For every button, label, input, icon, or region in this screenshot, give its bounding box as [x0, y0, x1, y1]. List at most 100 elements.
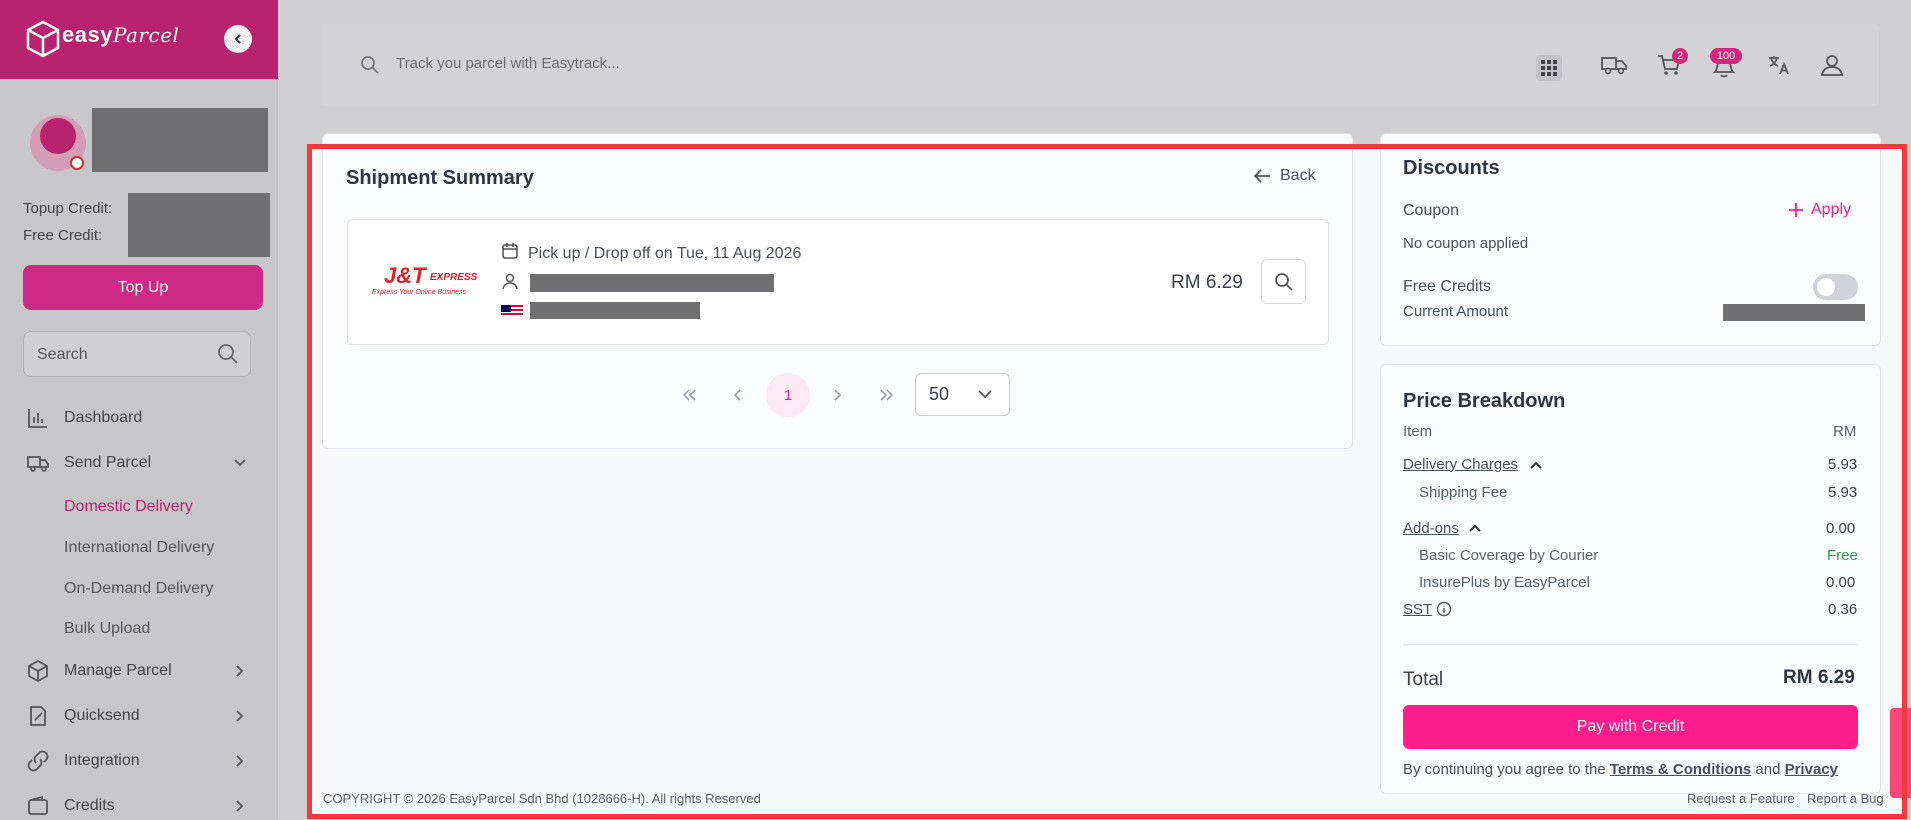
user-icon[interactable] [1819, 52, 1845, 78]
user-icon [501, 272, 519, 290]
chevron-double-left-icon [682, 389, 696, 401]
terms-link[interactable]: Terms & Conditions [1610, 761, 1751, 778]
report-bug-link[interactable]: Report a Bug [1807, 791, 1884, 806]
notification-badge: 100 [1710, 48, 1742, 64]
collapse-sidebar-button[interactable] [224, 25, 252, 53]
sidebar-item-dashboard[interactable]: Dashboard [64, 409, 142, 427]
sidebar-subitem-domestic-delivery[interactable]: Domestic Delivery [64, 498, 193, 516]
per-page-value: 50 [929, 384, 950, 404]
arrow-left-icon [1253, 169, 1270, 183]
last-page-button[interactable] [865, 373, 909, 417]
sidebar-search-placeholder: Search [37, 346, 88, 363]
translate-icon[interactable] [1766, 52, 1792, 78]
flag-my-icon [501, 305, 523, 317]
sidebar-subitem-on-demand-delivery[interactable]: On-Demand Delivery [64, 580, 213, 598]
delivery-charges-value: 5.93 [1828, 456, 1858, 473]
chevron-right-icon[interactable] [232, 753, 248, 769]
chevron-up-icon[interactable] [1468, 522, 1482, 534]
total-divider [1403, 644, 1858, 645]
chevron-left-icon [733, 389, 741, 401]
next-page-button[interactable] [815, 373, 859, 417]
truck-icon[interactable] [1600, 52, 1628, 78]
and-text: and [1755, 761, 1781, 778]
insureplus-label: InsurePlus by EasyParcel [1419, 574, 1590, 591]
insureplus-value: 0.00 [1826, 574, 1856, 591]
chevron-right-icon[interactable] [232, 798, 248, 814]
search-icon[interactable] [217, 343, 239, 365]
chevron-right-icon[interactable] [232, 663, 248, 679]
agreement-text: By continuing you agree to the Terms & C… [1403, 761, 1838, 778]
flag-my-icon [70, 156, 84, 170]
shipping-fee-label: Shipping Fee [1419, 484, 1508, 501]
addons-value: 0.00 [1826, 520, 1856, 537]
back-label: Back [1280, 167, 1316, 184]
currency-header: RM [1833, 423, 1857, 440]
sidebar-item-quicksend[interactable]: Quicksend [64, 707, 140, 725]
sidebar-item-send-parcel[interactable]: Send Parcel [64, 454, 151, 472]
discounts-title: Discounts [1403, 157, 1500, 179]
plus-icon [1789, 203, 1803, 217]
sidebar-subitem-bulk-upload[interactable]: Bulk Upload [64, 620, 150, 638]
sidebar-item-credits[interactable]: Credits [64, 797, 115, 815]
brand-name-script: Parcel [112, 23, 180, 47]
courier-logo-text: J&T [384, 263, 426, 288]
topup-credit-label: Topup Credit: [23, 200, 113, 217]
truck-icon [26, 451, 50, 475]
apply-coupon-button[interactable]: Apply [1787, 201, 1851, 219]
link-icon [26, 749, 50, 773]
back-button[interactable]: Back [1252, 167, 1316, 185]
shipment-summary-title: Shipment Summary [346, 167, 534, 189]
free-credit-label: Free Credit: [23, 227, 103, 244]
redacted-recipient-address [530, 302, 700, 319]
feedback-side-tab[interactable] [1890, 708, 1911, 798]
previous-page-button[interactable] [716, 373, 760, 417]
sst-value: 0.36 [1828, 601, 1858, 618]
info-icon[interactable] [1436, 601, 1452, 617]
first-page-button[interactable] [667, 373, 711, 417]
shipping-fee-value: 5.93 [1828, 484, 1858, 501]
privacy-link[interactable]: Privacy [1785, 761, 1838, 778]
redacted-recipient-name [530, 274, 774, 292]
apps-grid-icon[interactable] [1536, 55, 1562, 81]
brand-logo[interactable]: easyParcel [62, 22, 179, 48]
copyright-text: COPYRIGHT © 2026 EasyParcel Sdn Bhd (102… [323, 791, 761, 806]
pay-with-credit-button[interactable]: Pay with Credit [1403, 705, 1858, 749]
cart-badge: 2 [1672, 48, 1688, 64]
chevron-down-icon[interactable] [232, 455, 248, 471]
sidebar-subitem-international-delivery[interactable]: International Delivery [64, 539, 214, 557]
basic-coverage-label: Basic Coverage by Courier [1419, 547, 1599, 564]
calendar-icon [501, 242, 519, 260]
delivery-charges-toggle[interactable]: Delivery Charges [1403, 456, 1518, 473]
shipment-detail-button[interactable] [1261, 259, 1306, 304]
apply-label: Apply [1811, 201, 1852, 218]
box-icon [26, 659, 50, 683]
basic-coverage-value: Free [1827, 547, 1858, 564]
sidebar-item-integration[interactable]: Integration [64, 752, 140, 770]
logo-box-icon[interactable] [26, 20, 60, 58]
brand-name: easy [62, 22, 113, 47]
pickup-date-text: Pick up / Drop off on Tue, 11 Aug 2026 [528, 245, 802, 262]
page-1-button[interactable]: 1 [766, 373, 810, 417]
courier-tagline: Express Your Online Business [372, 289, 467, 296]
addons-toggle[interactable]: Add-ons [1403, 520, 1459, 537]
top-up-button[interactable]: Top Up [23, 265, 263, 310]
item-header: Item [1403, 423, 1433, 440]
free-credits-label: Free Credits [1403, 278, 1492, 295]
sst-label[interactable]: SST [1403, 601, 1432, 618]
chevron-left-icon [234, 34, 241, 44]
coupon-label: Coupon [1403, 202, 1460, 219]
sidebar-item-manage-parcel[interactable]: Manage Parcel [64, 662, 172, 680]
document-edit-icon [26, 704, 50, 728]
chevron-right-icon[interactable] [232, 708, 248, 724]
search-icon [360, 55, 380, 75]
total-value: RM 6.29 [1783, 667, 1855, 688]
agree-prefix: By continuing you agree to the [1403, 761, 1606, 778]
request-feature-link[interactable]: Request a Feature [1687, 791, 1795, 806]
chevron-up-icon[interactable] [1529, 459, 1543, 471]
chevron-down-icon [977, 388, 993, 400]
current-amount-label: Current Amount [1403, 303, 1509, 320]
track-parcel-input[interactable]: Track you parcel with Easytrack... [396, 55, 620, 72]
redacted-current-amount [1723, 304, 1865, 321]
shipment-price: RM 6.29 [1171, 272, 1243, 293]
chevron-right-icon [834, 389, 842, 401]
